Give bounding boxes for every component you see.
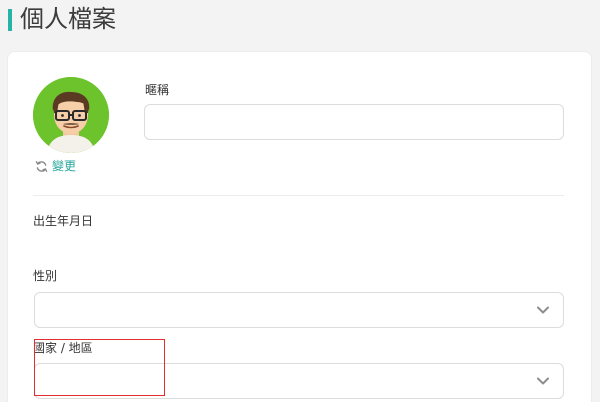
page-header: 個人檔案	[0, 0, 600, 42]
refresh-icon	[35, 160, 48, 172]
gender-label: 性別	[33, 269, 58, 283]
chevron-down-icon	[537, 306, 549, 314]
section-divider	[33, 195, 564, 196]
gender-select[interactable]	[34, 292, 564, 328]
highlight-annotation-box	[34, 339, 165, 396]
birthdate-label: 出生年月日	[33, 214, 94, 228]
change-avatar-link[interactable]: 變更	[35, 158, 76, 174]
title-accent-bar	[8, 9, 12, 31]
profile-card: 變更 暱稱 出生年月日 性別 國家 / 地區	[7, 51, 592, 402]
nickname-input[interactable]	[144, 104, 564, 140]
page-title: 個人檔案	[20, 5, 116, 33]
nickname-label: 暱稱	[145, 83, 170, 97]
avatar-icon	[33, 77, 109, 153]
chevron-down-icon	[537, 377, 549, 385]
avatar	[33, 77, 109, 153]
change-avatar-label: 變更	[52, 159, 77, 173]
